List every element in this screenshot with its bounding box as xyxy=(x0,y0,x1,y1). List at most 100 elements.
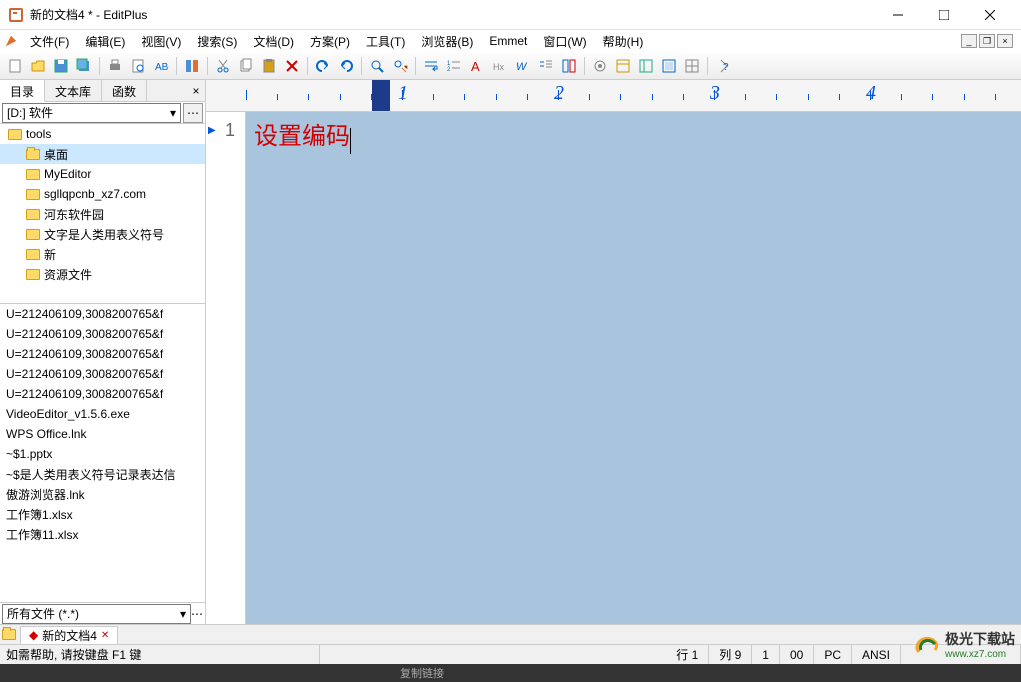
new-icon[interactable] xyxy=(4,55,26,77)
menu-window[interactable]: 窗口(W) xyxy=(535,31,594,52)
wrap-icon[interactable] xyxy=(420,55,442,77)
minimize-button[interactable] xyxy=(875,0,921,30)
folder-item[interactable]: 资源文件 xyxy=(0,264,205,284)
filter-select[interactable]: 所有文件 (*.*) ▾ xyxy=(2,604,191,624)
file-item[interactable]: ~$1.pptx xyxy=(0,444,205,464)
print-icon[interactable] xyxy=(104,55,126,77)
text-area[interactable]: 设置编码 xyxy=(246,112,1021,624)
panel1-icon[interactable] xyxy=(612,55,634,77)
hex-icon[interactable]: Hx xyxy=(489,55,511,77)
tab-directory[interactable]: 目录 xyxy=(0,80,45,102)
file-item[interactable]: ~$是人类用表义符号记录表达信 xyxy=(0,464,205,484)
folder-item[interactable]: 河东软件园 xyxy=(0,204,205,224)
folder-label: sgllqpcnb_xz7.com xyxy=(44,187,146,201)
folder-item[interactable]: 文字是人类用表义符号 xyxy=(0,224,205,244)
tabs-folder-icon[interactable] xyxy=(0,626,18,644)
drive-select[interactable]: [D:] 软件 ▾ xyxy=(2,103,181,123)
web-icon[interactable]: W xyxy=(512,55,534,77)
menu-browser[interactable]: 浏览器(B) xyxy=(413,31,481,52)
file-item[interactable]: VideoEditor_v1.5.6.exe xyxy=(0,404,205,424)
preview-icon[interactable] xyxy=(127,55,149,77)
file-item[interactable]: U=212406109,3008200765&f xyxy=(0,384,205,404)
maximize-button[interactable] xyxy=(921,0,967,30)
marker-icon[interactable] xyxy=(181,55,203,77)
close-button[interactable] xyxy=(967,0,1013,30)
spell-icon[interactable]: ABC xyxy=(150,55,172,77)
menu-view[interactable]: 视图(V) xyxy=(133,31,189,52)
file-item[interactable]: U=212406109,3008200765&f xyxy=(0,344,205,364)
menu-file[interactable]: 文件(F) xyxy=(22,31,77,52)
mdi-close[interactable]: × xyxy=(997,34,1013,48)
tab-close-icon[interactable]: ✕ xyxy=(101,630,109,641)
find-icon[interactable] xyxy=(366,55,388,77)
panel2-icon[interactable] xyxy=(635,55,657,77)
linenumber-icon[interactable]: 12 xyxy=(443,55,465,77)
mdi-minimize[interactable]: _ xyxy=(961,34,977,48)
editor: 1234 ▶ 1 设置编码 xyxy=(206,80,1021,624)
folder-item[interactable]: 新 xyxy=(0,244,205,264)
file-item[interactable]: 傲游浏览器.lnk xyxy=(0,484,205,504)
open-icon[interactable] xyxy=(27,55,49,77)
cut-icon[interactable] xyxy=(212,55,234,77)
menu-emmet[interactable]: Emmet xyxy=(481,32,535,50)
menu-search[interactable]: 搜索(S) xyxy=(189,31,245,52)
settings-icon[interactable] xyxy=(589,55,611,77)
save-icon[interactable] xyxy=(50,55,72,77)
panel3-icon[interactable] xyxy=(658,55,680,77)
redo-icon[interactable] xyxy=(335,55,357,77)
replace-icon[interactable] xyxy=(389,55,411,77)
watermark-logo-icon xyxy=(913,634,941,656)
status-help: 如需帮助, 请按键盘 F1 键 xyxy=(0,645,320,664)
svg-text:W: W xyxy=(516,61,528,73)
font-icon[interactable]: A xyxy=(466,55,488,77)
menu-tools[interactable]: 工具(T) xyxy=(358,31,413,52)
folder-icon xyxy=(8,129,22,140)
menu-project[interactable]: 方案(P) xyxy=(302,31,358,52)
watermark-name: 极光下载站 xyxy=(945,629,1015,649)
delete-icon[interactable] xyxy=(281,55,303,77)
tab-functions[interactable]: 函数 xyxy=(102,80,147,101)
help-icon[interactable]: ? xyxy=(712,55,734,77)
line-marker-icon: ▶ xyxy=(208,125,216,136)
menu-help[interactable]: 帮助(H) xyxy=(595,31,652,52)
folder-label: 资源文件 xyxy=(44,266,92,283)
undo-icon[interactable] xyxy=(312,55,334,77)
folder-item[interactable]: MyEditor xyxy=(0,164,205,184)
file-item[interactable]: 工作簿1.xlsx xyxy=(0,504,205,524)
filter-label: 所有文件 (*.*) xyxy=(7,605,79,622)
file-item[interactable]: U=212406109,3008200765&f xyxy=(0,364,205,384)
folder-label: 新 xyxy=(44,246,56,263)
file-item[interactable]: U=212406109,3008200765&f xyxy=(0,304,205,324)
file-item[interactable]: U=212406109,3008200765&f xyxy=(0,324,205,344)
filter-menu[interactable]: ⋯ xyxy=(191,607,203,621)
copy-icon[interactable] xyxy=(235,55,257,77)
folder-item[interactable]: sgllqpcnb_xz7.com xyxy=(0,184,205,204)
menu-document[interactable]: 文档(D) xyxy=(245,31,302,52)
folder-icon xyxy=(26,169,40,180)
drive-menu[interactable]: ⋯ xyxy=(183,103,203,123)
status-encoding: ANSI xyxy=(852,645,901,664)
indent-icon[interactable] xyxy=(535,55,557,77)
sidebar-close[interactable]: × xyxy=(187,80,205,101)
sidebar: 目录 文本库 函数 × [D:] 软件 ▾ ⋯ tools 桌面MyEditor s… xyxy=(0,80,206,624)
tab-textlib[interactable]: 文本库 xyxy=(45,80,102,101)
svg-text:2: 2 xyxy=(447,67,451,73)
panel4-icon[interactable] xyxy=(681,55,703,77)
folder-tree[interactable]: tools 桌面MyEditor sgllqpcnb_xz7.com 河东软件园文字是… xyxy=(0,124,205,304)
file-item[interactable]: WPS Office.lnk xyxy=(0,424,205,444)
file-item[interactable]: 工作簿11.xlsx xyxy=(0,524,205,544)
save-all-icon[interactable] xyxy=(73,55,95,77)
file-list[interactable]: U=212406109,3008200765&fU=212406109,3008… xyxy=(0,304,205,602)
columns-icon[interactable] xyxy=(558,55,580,77)
doc-tab[interactable]: ◆ 新的文档4 ✕ xyxy=(20,626,118,644)
menu-edit[interactable]: 编辑(E) xyxy=(77,31,133,52)
folder-label: tools xyxy=(26,127,51,141)
folder-item[interactable]: 桌面 xyxy=(0,144,205,164)
line-number: ▶ 1 xyxy=(206,116,245,144)
paste-icon[interactable] xyxy=(258,55,280,77)
svg-text:?: ? xyxy=(723,62,729,73)
gutter: ▶ 1 xyxy=(206,112,246,624)
mdi-restore[interactable]: ❐ xyxy=(979,34,995,48)
modified-indicator: ◆ xyxy=(29,628,38,642)
folder-item[interactable]: tools xyxy=(0,124,205,144)
